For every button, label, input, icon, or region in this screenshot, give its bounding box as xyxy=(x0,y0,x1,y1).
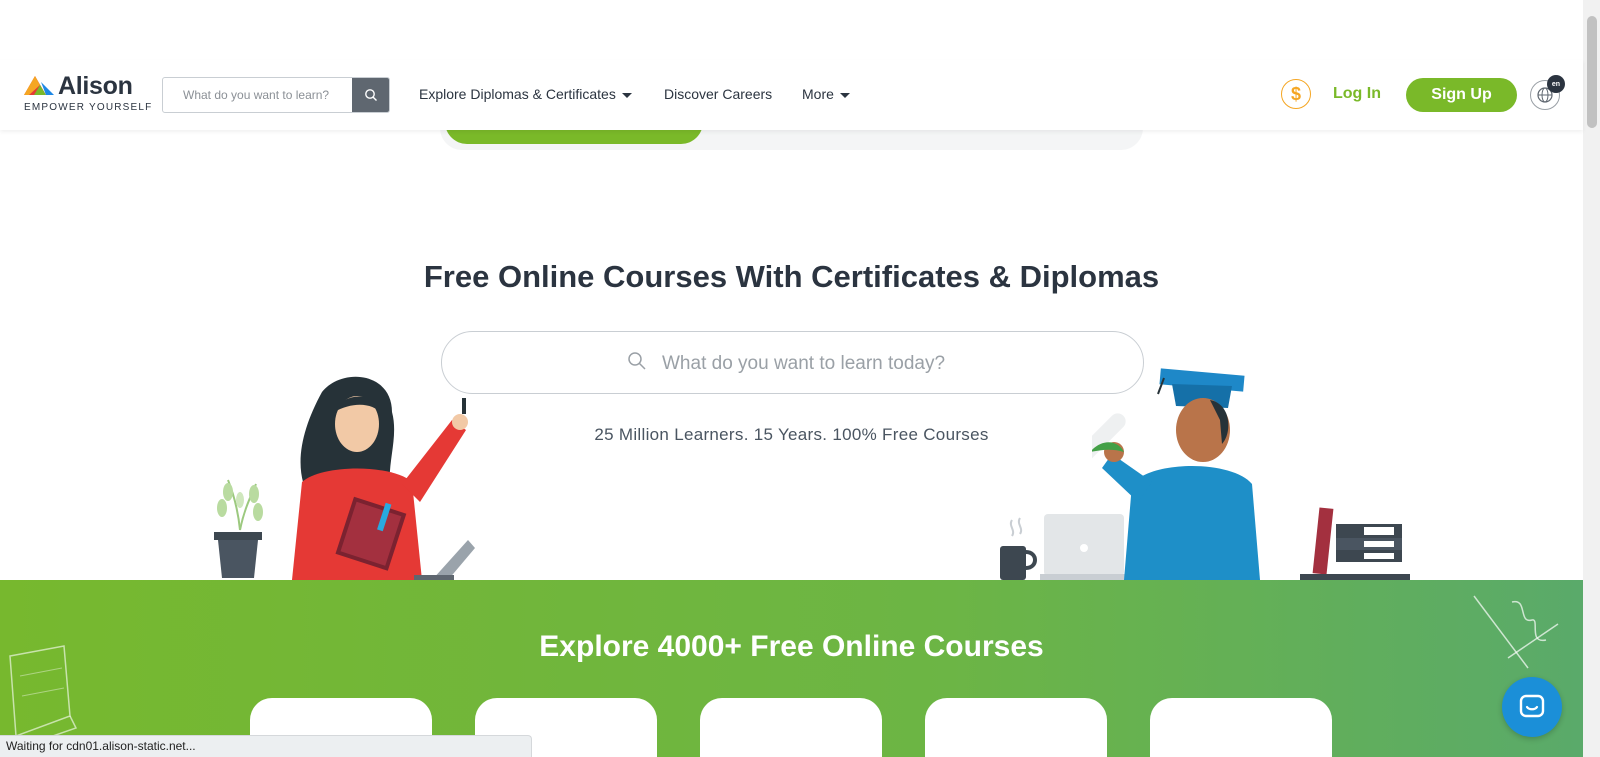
nav-explore-diplomas[interactable]: Explore Diplomas & Certificates xyxy=(419,86,632,102)
login-link[interactable]: Log In xyxy=(1333,85,1381,103)
logo-tagline: EMPOWER YOURSELF xyxy=(24,102,153,113)
category-card[interactable] xyxy=(1150,698,1332,757)
woman-illustration xyxy=(292,376,475,580)
graduate-illustration xyxy=(1092,368,1260,580)
header-search-input[interactable] xyxy=(163,78,353,112)
category-card[interactable] xyxy=(925,698,1107,757)
hero-title: Free Online Courses With Certificates & … xyxy=(423,259,1160,294)
scrollbar-thumb[interactable] xyxy=(1587,16,1597,128)
page-scrollbar[interactable] xyxy=(1583,0,1600,757)
hero-tagline: 25 Million Learners. 15 Years. 100% Free… xyxy=(594,425,989,444)
category-card[interactable] xyxy=(700,698,882,757)
hero-search xyxy=(441,331,1144,394)
nav-discover-careers[interactable]: Discover Careers xyxy=(664,86,772,102)
chat-launcher-button[interactable] xyxy=(1502,677,1562,737)
search-icon xyxy=(628,352,646,370)
header-search xyxy=(162,77,390,113)
dollar-icon[interactable]: $ xyxy=(1281,79,1311,109)
language-badge[interactable]: en xyxy=(1547,75,1565,93)
explore-section: Explore 4000+ Free Online Courses xyxy=(0,580,1583,757)
hero-search-input[interactable] xyxy=(660,346,1084,382)
nav-more[interactable]: More xyxy=(802,86,850,102)
logo-wordmark: Alison xyxy=(58,72,133,100)
plant-illustration xyxy=(214,479,263,578)
nav-more-label: More xyxy=(802,86,834,102)
search-icon xyxy=(364,89,377,101)
chevron-down-icon xyxy=(839,92,850,98)
books-illustration xyxy=(1300,507,1410,580)
coffee-mug-illustration xyxy=(1000,517,1037,580)
signup-button[interactable]: Sign Up xyxy=(1406,78,1517,112)
chevron-down-icon xyxy=(621,92,632,98)
header-search-button[interactable] xyxy=(352,78,389,112)
alison-logo[interactable]: Alison EMPOWER YOURSELF xyxy=(24,72,151,115)
nav-explore-label: Explore Diplomas & Certificates xyxy=(419,86,616,102)
chat-icon xyxy=(1519,694,1545,718)
logo-mark-icon xyxy=(24,76,54,95)
browser-status-bar: Waiting for cdn01.alison-static.net... xyxy=(0,735,532,757)
explore-title: Explore 4000+ Free Online Courses xyxy=(539,630,1044,663)
top-navigation: Alison EMPOWER YOURSELF Explore Diplomas… xyxy=(0,60,1583,130)
